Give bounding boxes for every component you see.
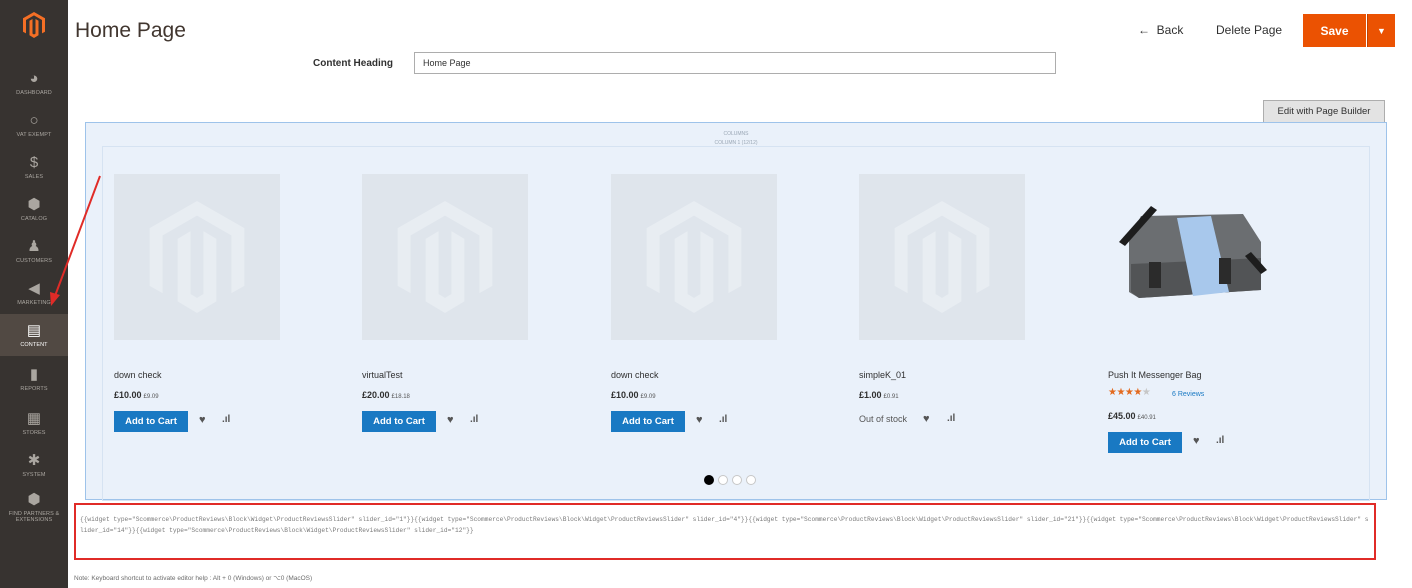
price-excl-tax: £9.09 (640, 394, 656, 400)
sidebar-item-label: Stores (22, 429, 46, 436)
columns-label: COLUMNS (723, 131, 749, 137)
compare-icon[interactable]: .ıl (947, 413, 955, 424)
sidebar-item-stores[interactable]: ▦ Stores (0, 402, 68, 444)
product-price: £1.00 £0.91 (859, 390, 899, 400)
product-image[interactable] (1108, 174, 1274, 340)
carousel-dot[interactable] (704, 475, 714, 485)
arrow-left-icon: ← (1138, 23, 1150, 37)
product-image[interactable] (611, 174, 777, 340)
bar-chart-icon: ▮ (29, 366, 39, 383)
product-name[interactable]: virtualTest (362, 370, 403, 380)
sidebar-item-label: Sales (24, 173, 44, 180)
compare-icon[interactable]: .ıl (1216, 435, 1224, 446)
magento-logo-icon (23, 12, 45, 38)
compare-icon[interactable]: .ıl (470, 414, 478, 425)
layout-icon: ▤ (26, 322, 42, 339)
sidebar-item-label: Content (20, 341, 48, 348)
sidebar-item-label: Find Partners & Extensions (8, 510, 60, 523)
product-price: £45.00 £40.91 (1108, 411, 1156, 421)
store-icon: ▦ (26, 410, 42, 427)
sidebar-item-label: System (22, 471, 46, 478)
sidebar-item-system[interactable]: ✱ System (0, 444, 68, 486)
sidebar-item-find-partners-extensions[interactable]: ⬢ Find Partners & Extensions (0, 486, 68, 528)
product-image[interactable] (859, 174, 1025, 340)
dashboard-icon: ◕ (29, 70, 39, 87)
cube-icon: ⬢ (27, 196, 41, 213)
editor-help-note: Note: Keyboard shortcut to activate edit… (74, 575, 313, 582)
magento-logo[interactable] (0, 0, 68, 50)
edit-with-page-builder-button[interactable]: Edit with Page Builder (1263, 100, 1385, 123)
product-price: £10.00 £9.09 (611, 390, 656, 400)
sidebar-item-catalog[interactable]: ⬢ Catalog (0, 188, 68, 230)
stock-status: Out of stock (859, 414, 908, 424)
sidebar-item-vat-exempt[interactable]: ○ VAT Exempt (0, 104, 68, 146)
sidebar-item-label: Marketing (17, 299, 51, 306)
rating-stars: ★★★★★ (1108, 387, 1151, 398)
sidebar-item-label: Customers (16, 257, 52, 264)
sidebar-item-content[interactable]: ▤ Content (0, 314, 68, 356)
add-to-cart-button[interactable]: Add to Cart (611, 411, 685, 432)
add-to-cart-button[interactable]: Add to Cart (114, 411, 188, 432)
circle-icon: ○ (29, 112, 39, 129)
reviews-link[interactable]: 6 Reviews (1172, 391, 1204, 398)
back-label: Back (1156, 23, 1184, 37)
product-name[interactable]: simpleK_01 (859, 370, 906, 380)
cube-icon: ⬢ (27, 491, 41, 508)
wishlist-heart-icon[interactable]: ♥ (696, 414, 703, 426)
price-excl-tax: £9.09 (143, 394, 159, 400)
price-incl-tax: £20.00 (362, 390, 390, 400)
admin-sidebar: ◕ Dashboard ○ VAT Exempt $ Sales ⬢ Catalog ♟ Cust… (0, 0, 68, 588)
widget-code-text[interactable]: {{widget type="Scommerce\ProductReviews\… (80, 514, 1372, 536)
sidebar-item-marketing[interactable]: ◀ Marketing (0, 272, 68, 314)
product-image[interactable] (114, 174, 280, 340)
price-excl-tax: £18.18 (391, 394, 410, 400)
compare-icon[interactable]: .ıl (719, 414, 727, 425)
sidebar-item-label: VAT Exempt (16, 131, 52, 138)
back-button[interactable]: ← Back (1138, 23, 1183, 37)
megaphone-icon: ◀ (28, 280, 40, 297)
price-excl-tax: £0.91 (883, 394, 899, 400)
carousel-dot[interactable] (718, 475, 728, 485)
product-price: £20.00 £18.18 (362, 390, 410, 400)
sidebar-item-label: Reports (20, 385, 48, 392)
price-incl-tax: £10.00 (114, 390, 142, 400)
price-incl-tax: £45.00 (1108, 411, 1136, 421)
dollar-icon: $ (29, 154, 39, 171)
carousel-dot[interactable] (732, 475, 742, 485)
sidebar-item-reports[interactable]: ▮ Reports (0, 358, 68, 400)
sidebar-item-label: Catalog (20, 215, 48, 222)
wishlist-heart-icon[interactable]: ♥ (1193, 435, 1200, 447)
sidebar-item-customers[interactable]: ♟ Customers (0, 230, 68, 272)
save-button[interactable]: Save (1303, 14, 1366, 47)
content-heading-label: Content Heading (313, 58, 393, 69)
page-title: Home Page (75, 19, 186, 42)
price-excl-tax: £40.91 (1137, 415, 1156, 421)
product-name[interactable]: down check (611, 370, 659, 380)
product-name[interactable]: down check (114, 370, 162, 380)
content-heading-input[interactable] (414, 52, 1056, 74)
add-to-cart-button[interactable]: Add to Cart (362, 411, 436, 432)
chevron-down-icon: ▼ (1377, 25, 1386, 36)
sidebar-item-label: Dashboard (16, 89, 52, 96)
sidebar-item-dashboard[interactable]: ◕ Dashboard (0, 62, 68, 104)
delete-page-button[interactable]: Delete Page (1216, 23, 1282, 37)
price-incl-tax: £10.00 (611, 390, 639, 400)
add-to-cart-button[interactable]: Add to Cart (1108, 432, 1182, 453)
save-options-toggle[interactable]: ▼ (1367, 14, 1395, 47)
price-incl-tax: £1.00 (859, 390, 882, 400)
sidebar-item-sales[interactable]: $ Sales (0, 146, 68, 188)
carousel-dots (704, 475, 756, 485)
product-price: £10.00 £9.09 (114, 390, 159, 400)
product-name[interactable]: Push It Messenger Bag (1108, 370, 1202, 380)
wishlist-heart-icon[interactable]: ♥ (447, 414, 454, 426)
gear-icon: ✱ (27, 452, 41, 469)
compare-icon[interactable]: .ıl (222, 414, 230, 425)
carousel-dot[interactable] (746, 475, 756, 485)
wishlist-heart-icon[interactable]: ♥ (923, 413, 930, 425)
wishlist-heart-icon[interactable]: ♥ (199, 414, 206, 426)
product-image[interactable] (362, 174, 528, 340)
person-icon: ♟ (27, 238, 41, 255)
